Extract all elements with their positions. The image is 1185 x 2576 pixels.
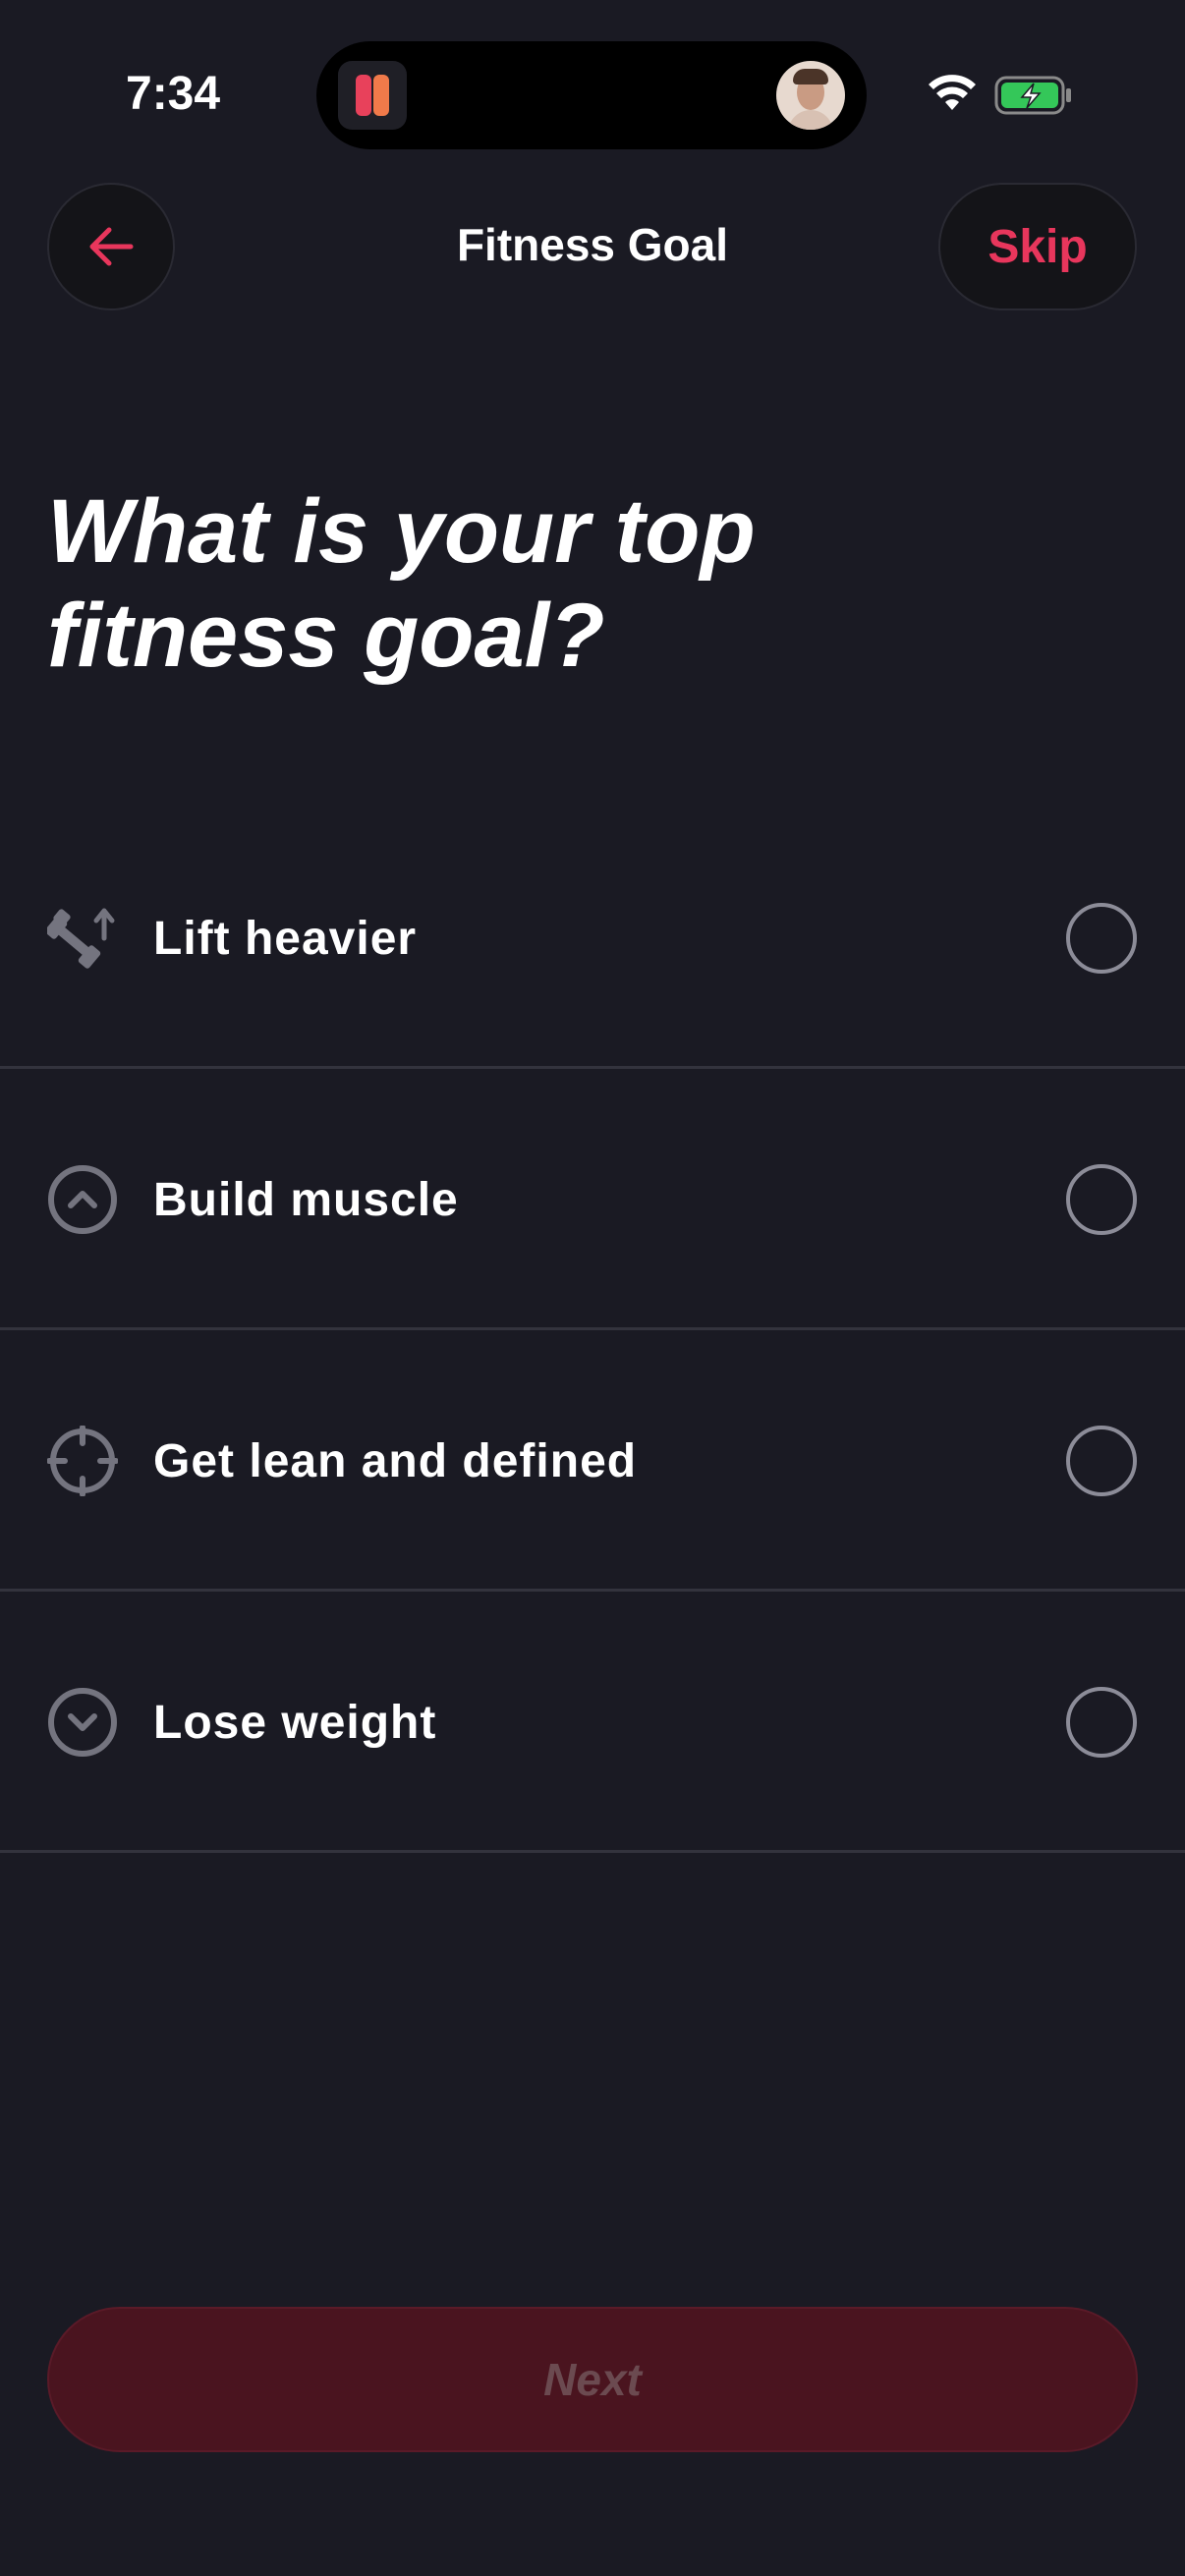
option-build-muscle[interactable]: Build muscle (0, 1069, 1185, 1330)
option-label: Get lean and defined (153, 1435, 638, 1487)
radio-button[interactable] (1066, 1687, 1137, 1758)
next-button[interactable]: Next (47, 2307, 1138, 2452)
radio-button[interactable] (1066, 1426, 1137, 1496)
chevron-down-circle-icon (48, 1688, 117, 1757)
live-activity-app-icon (338, 61, 407, 130)
option-lift-heavier[interactable]: Lift heavier (0, 808, 1185, 1069)
option-get-lean[interactable]: Get lean and defined (0, 1330, 1185, 1592)
crosshair-icon (47, 1426, 118, 1496)
option-label: Lose weight (153, 1697, 437, 1749)
radio-button[interactable] (1066, 1164, 1137, 1235)
skip-button[interactable]: Skip (938, 183, 1137, 310)
dumbbell-up-icon (47, 908, 115, 969)
wifi-icon (929, 75, 976, 110)
question-heading: What is your top fitness goal? (47, 481, 756, 686)
goal-options-list: Lift heavier Build muscle Get lean and d… (0, 808, 1185, 1853)
chevron-up-circle-icon (48, 1165, 117, 1234)
dynamic-island (316, 41, 867, 149)
option-lose-weight[interactable]: Lose weight (0, 1592, 1185, 1853)
option-label: Build muscle (153, 1174, 459, 1226)
live-activity-avatar (776, 61, 845, 130)
battery-icon (994, 76, 1071, 115)
status-time: 7:34 (126, 68, 221, 120)
option-label: Lift heavier (153, 913, 418, 965)
radio-button[interactable] (1066, 903, 1137, 974)
